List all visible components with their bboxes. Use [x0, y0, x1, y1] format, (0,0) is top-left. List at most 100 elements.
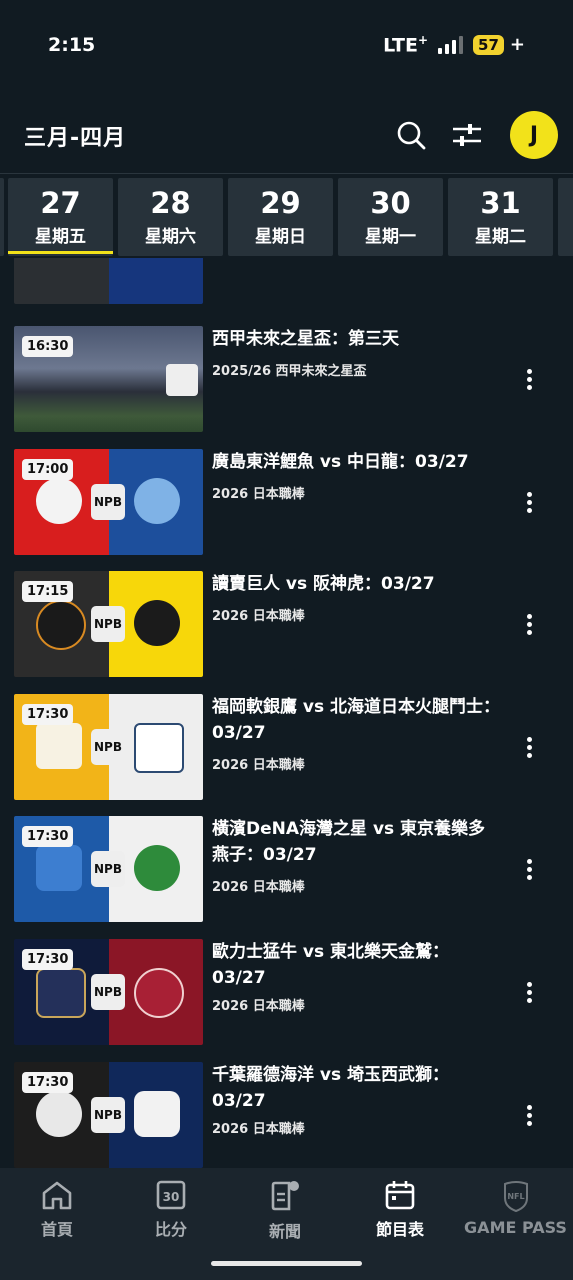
- event-title: 橫濱DeNA海灣之星 vs 東京養樂多燕子：03/27: [212, 819, 486, 865]
- date-tab-29[interactable]: 29 星期日: [228, 178, 333, 256]
- date-tab-30[interactable]: 30 星期一: [338, 178, 443, 256]
- avatar[interactable]: J: [510, 111, 558, 159]
- bottom-nav: 首頁 30 比分 新聞 節目表 NFL GAME PASS: [0, 1168, 573, 1280]
- header-divider: [0, 173, 573, 174]
- team-logo-icon: [36, 478, 82, 524]
- event-league: 2025/26 西甲未來之星盃: [212, 364, 367, 379]
- event-title: 讀賣巨人 vs 阪神虎：03/27: [212, 574, 435, 594]
- more-options-icon[interactable]: [517, 734, 541, 764]
- signal-icon: [438, 35, 464, 54]
- list-item[interactable]: 17:30 NPB 千葉羅德海洋 vs 埼玉西武獅：03/27 2026 日本職…: [0, 1062, 573, 1168]
- home-indicator[interactable]: [211, 1261, 362, 1266]
- list-item[interactable]: 17:30 NPB 歐力士猛牛 vs 東北樂天金鷲：03/27 2026 日本職…: [0, 939, 573, 1049]
- battery-icon: 57: [473, 34, 504, 55]
- list-item[interactable]: 16:30 西甲未來之星盃：第三天 2025/26 西甲未來之星盃: [0, 326, 573, 436]
- svg-text:30: 30: [163, 1190, 180, 1204]
- date-weekday: 星期一: [365, 227, 416, 247]
- nav-news[interactable]: 新聞: [228, 1180, 342, 1244]
- event-thumbnail: 16:30: [14, 326, 203, 432]
- time-badge: 17:30: [22, 704, 74, 725]
- more-options-icon[interactable]: [517, 366, 541, 396]
- event-league: 2026 日本職棒: [212, 1122, 305, 1137]
- nav-schedule[interactable]: 節目表: [343, 1180, 457, 1244]
- nav-scores-label: 比分: [154, 1220, 187, 1239]
- team-logo-icon: [133, 600, 180, 646]
- date-tab-next[interactable]: [558, 178, 573, 256]
- more-options-icon[interactable]: [517, 258, 541, 280]
- team-logo-icon: [36, 723, 82, 769]
- nav-scores[interactable]: 30 比分: [114, 1180, 228, 1244]
- team-logo-icon: [133, 845, 180, 891]
- nav-schedule-label: 節目表: [375, 1220, 424, 1239]
- date-weekday: 星期六: [145, 227, 196, 247]
- date-tab-28[interactable]: 28 星期六: [118, 178, 223, 256]
- time-badge: 16:30: [22, 336, 74, 357]
- npb-badge: NPB: [91, 851, 125, 887]
- list-item[interactable]: [0, 258, 573, 308]
- page-title[interactable]: 三月-四月: [24, 120, 126, 152]
- date-number: 27: [40, 186, 81, 220]
- npb-badge: NPB: [91, 974, 125, 1010]
- time-badge: 17:00: [22, 459, 74, 480]
- date-number: 28: [150, 186, 191, 220]
- more-options-icon[interactable]: [517, 611, 541, 641]
- npb-badge: NPB: [91, 1097, 125, 1133]
- more-options-icon[interactable]: [517, 489, 541, 519]
- event-league: 2026 日本職棒: [212, 880, 305, 895]
- date-tab-27[interactable]: 27 星期五: [8, 178, 113, 256]
- date-weekday: 星期二: [475, 227, 526, 247]
- team-logo-icon: [133, 478, 180, 524]
- date-strip[interactable]: 27 星期五 28 星期六 29 星期日 30 星期一 31 星期二: [0, 178, 573, 258]
- search-icon[interactable]: [396, 120, 426, 150]
- event-thumbnail: [14, 258, 203, 304]
- npb-badge: NPB: [91, 484, 125, 520]
- charging-indicator: +: [509, 34, 525, 56]
- time-badge: 17:30: [22, 826, 74, 847]
- team-logo-icon: [133, 723, 184, 773]
- list-item[interactable]: 17:15 NPB 讀賣巨人 vs 阪神虎：03/27 2026 日本職棒: [0, 571, 573, 681]
- event-title: 歐力士猛牛 vs 東北樂天金鷲：03/27: [212, 942, 450, 988]
- event-thumbnail: 17:30 NPB: [14, 1062, 203, 1168]
- npb-badge: NPB: [91, 729, 125, 765]
- team-logo-icon: [133, 968, 184, 1018]
- event-league: 2026 日本職棒: [212, 609, 305, 624]
- event-thumbnail: 17:30 NPB: [14, 939, 203, 1045]
- nav-news-label: 新聞: [268, 1222, 301, 1241]
- list-item[interactable]: 17:00 NPB 廣島東洋鯉魚 vs 中日龍：03/27 2026 日本職棒: [0, 449, 573, 559]
- nav-gamepass[interactable]: NFL GAME PASS: [458, 1180, 573, 1244]
- date-tab-31[interactable]: 31 星期二: [448, 178, 553, 256]
- time-badge: 17:30: [22, 949, 74, 970]
- date-number: 30: [370, 186, 411, 220]
- time-badge: 17:30: [22, 1072, 74, 1093]
- list-item[interactable]: 17:30 NPB 福岡軟銀鷹 vs 北海道日本火腿鬥士：03/27 2026 …: [0, 694, 573, 804]
- league-logo-icon: [166, 364, 198, 396]
- more-options-icon[interactable]: [517, 979, 541, 1009]
- team-logo-icon: [36, 845, 82, 891]
- team-logo-icon: [133, 1091, 180, 1137]
- news-icon: [271, 1181, 299, 1211]
- status-bar: 2:15 LTE+ 57 +: [0, 0, 573, 90]
- svg-text:NFL: NFL: [507, 1192, 524, 1201]
- app-header: 三月-四月 J: [0, 100, 573, 172]
- more-options-icon[interactable]: [517, 1102, 541, 1132]
- team-logo-icon: [36, 600, 86, 650]
- event-league: 2026 日本職棒: [212, 999, 305, 1014]
- calendar-icon: [385, 1181, 415, 1210]
- date-number: 29: [260, 186, 301, 220]
- more-options-icon[interactable]: [517, 856, 541, 886]
- filter-icon[interactable]: [451, 120, 483, 150]
- nav-home-label: 首頁: [40, 1220, 73, 1239]
- date-tab-previous[interactable]: [0, 178, 4, 256]
- date-weekday: 星期五: [8, 222, 113, 254]
- event-thumbnail: 17:30 NPB: [14, 816, 203, 922]
- team-logo-icon: [36, 1091, 82, 1137]
- status-time: 2:15: [48, 34, 96, 56]
- nfl-shield-icon: NFL: [503, 1181, 528, 1212]
- npb-badge: NPB: [91, 606, 125, 642]
- event-title: 西甲未來之星盃：第三天: [212, 329, 399, 349]
- event-list[interactable]: 16:30 西甲未來之星盃：第三天 2025/26 西甲未來之星盃 17:00 …: [0, 258, 573, 1168]
- nav-home[interactable]: 首頁: [0, 1180, 114, 1244]
- list-item[interactable]: 17:30 NPB 橫濱DeNA海灣之星 vs 東京養樂多燕子：03/27 20…: [0, 816, 573, 926]
- date-number: 31: [480, 186, 521, 220]
- scoreboard-icon: 30: [156, 1180, 186, 1210]
